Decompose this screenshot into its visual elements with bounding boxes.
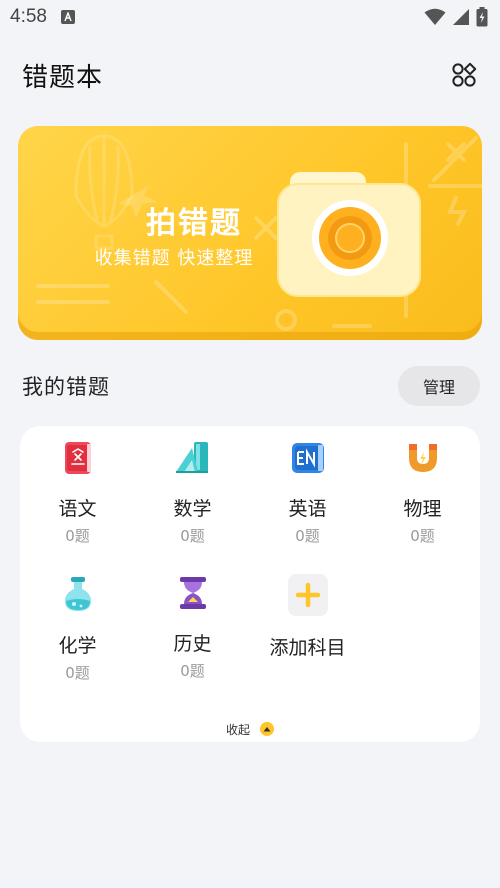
collapse-button[interactable]: 收起 — [20, 718, 480, 740]
subject-name: 英语 — [288, 498, 327, 520]
collapse-label: 收起 — [225, 722, 250, 737]
subject-count: 0题 — [180, 527, 205, 545]
subject-item-math[interactable]: 数学 0题 — [135, 426, 250, 546]
subject-count: 0题 — [295, 527, 320, 545]
subject-name: 化学 — [58, 635, 97, 657]
take-photo-banner[interactable]: 拍错题 收集错题 快速整理 — [18, 126, 482, 340]
subject-count: 0题 — [65, 527, 90, 545]
plus-icon — [287, 574, 328, 616]
page-title: 错题本 — [22, 62, 104, 93]
status-left: 4:58 — [10, 6, 75, 28]
banner-title: 拍错题 — [146, 206, 242, 241]
grid-menu-icon[interactable] — [450, 61, 478, 89]
section-title: 我的错题 — [22, 375, 110, 399]
subject-name: 数学 — [173, 498, 212, 520]
subject-item-chemistry[interactable]: 化学 0题 — [20, 561, 135, 682]
add-icon-wrapper — [287, 574, 328, 616]
subject-name: 物理 — [403, 498, 442, 520]
magnet-icon — [403, 440, 443, 476]
notification-app-icon — [60, 10, 75, 24]
status-bar: 4:58 — [0, 0, 500, 34]
subject-item-history[interactable]: 历史 0题 — [135, 561, 250, 681]
subjects-card: 语文 0题 数学 0题 英语 0题 物理 0题 化学 0题 历史 0题 添加科目… — [20, 426, 480, 742]
subject-item-physics[interactable]: 物理 0题 — [365, 426, 480, 546]
my-mistakes-header: 我的错题 管理 — [0, 364, 500, 408]
add-subject-button[interactable]: 添加科目 — [250, 561, 365, 681]
chevron-up-icon — [260, 722, 274, 736]
hourglass-icon — [173, 575, 213, 611]
subject-name: 历史 — [173, 633, 212, 655]
subject-count: 0题 — [180, 662, 205, 680]
en-book-icon — [288, 440, 328, 476]
header: 错题本 — [0, 50, 500, 100]
banner-subtitle: 收集错题 快速整理 — [94, 248, 254, 269]
add-subject-label: 添加科目 — [269, 637, 346, 659]
manage-button[interactable]: 管理 — [398, 366, 480, 406]
subject-item-english[interactable]: 英语 0题 — [250, 426, 365, 546]
subject-item-chinese[interactable]: 语文 0题 — [20, 426, 135, 546]
signal-icon — [453, 9, 469, 25]
book-icon — [58, 440, 98, 476]
subject-count: 0题 — [65, 664, 90, 682]
subject-count: 0题 — [410, 527, 435, 545]
flask-icon — [58, 575, 98, 613]
battery-icon — [476, 7, 488, 27]
camera-icon — [277, 172, 421, 297]
status-right — [424, 7, 488, 27]
geometry-icon — [173, 440, 213, 476]
wifi-icon — [424, 8, 446, 25]
subject-name: 语文 — [58, 498, 97, 520]
status-time: 4:58 — [10, 6, 47, 27]
